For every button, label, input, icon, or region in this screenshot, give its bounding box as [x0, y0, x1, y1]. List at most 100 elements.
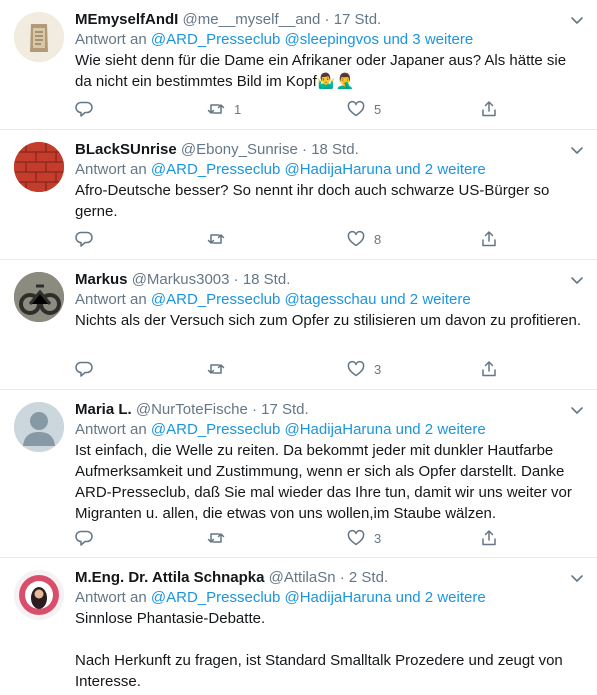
tweet[interactable]: M.Eng. Dr. Attila Schnapka @AttilaSn · 2…: [0, 558, 597, 695]
heart-icon: [347, 230, 365, 247]
tweet-actions: 3: [75, 359, 498, 379]
retweet-count: 1: [234, 101, 242, 117]
tweet-paragraph: Afro-Deutsche besser? So nennt ihr doch …: [75, 182, 550, 220]
reply-button[interactable]: [75, 528, 102, 548]
avatar-image: [14, 142, 64, 192]
tweet-text: Ist einfach, die Welle zu reiten. Da bek…: [75, 440, 585, 524]
like-button[interactable]: 3: [347, 528, 381, 548]
tweet-paragraph: Nichts als der Versuch sich zum Opfer zu…: [75, 312, 582, 329]
reply-button[interactable]: [75, 359, 102, 379]
like-button[interactable]: 8: [347, 229, 381, 249]
timestamp[interactable]: 17 Std.: [334, 11, 382, 28]
tweet-actions: 8: [75, 229, 498, 249]
avatar[interactable]: [14, 570, 64, 620]
share-button[interactable]: [480, 359, 498, 379]
reply-prefix: Antwort an: [75, 31, 147, 48]
share-button[interactable]: [480, 528, 498, 548]
reply-prefix: Antwort an: [75, 161, 147, 178]
share-icon: [482, 101, 496, 117]
tweet[interactable]: Maria L. @NurToteFische · 17 Std. Antwor…: [0, 390, 597, 558]
retweet-button[interactable]: [207, 359, 234, 379]
reply-to-links[interactable]: @ARD_Presseclub @HadijaHaruna und 2 weit…: [151, 589, 486, 606]
heart-icon: [347, 529, 365, 546]
share-button[interactable]: [480, 99, 498, 119]
separator-dot: ·: [251, 401, 257, 418]
reply-to-links[interactable]: @ARD_Presseclub @tagesschau und 2 weiter…: [151, 291, 471, 308]
share-icon: [482, 530, 496, 546]
reply-button[interactable]: [75, 99, 102, 119]
reply-to-links[interactable]: @ARD_Presseclub @HadijaHaruna und 2 weit…: [151, 421, 486, 438]
tweet-text: Wie sieht denn für die Dame ein Afrikane…: [75, 50, 585, 92]
like-count: 5: [374, 101, 382, 117]
share-button[interactable]: [480, 229, 498, 249]
tweet-actions: 3: [75, 528, 498, 548]
timestamp[interactable]: 18 Std.: [311, 141, 359, 158]
tweet-paragraph: Nach Herkunft zu fragen, ist Standard Sm…: [75, 652, 563, 690]
separator-dot: ·: [233, 271, 239, 288]
like-count: 3: [374, 361, 382, 377]
tweet-text: Nichts als der Versuch sich zum Opfer zu…: [75, 310, 585, 331]
tweet-paragraph: Ist einfach, die Welle zu reiten. Da bek…: [75, 442, 572, 522]
chevron-down-icon[interactable]: [569, 142, 585, 158]
tweet[interactable]: Markus @Markus3003 · 18 Std. Antwort an …: [0, 260, 597, 390]
avatar[interactable]: [14, 142, 64, 192]
display-name[interactable]: BLackSUnrise: [75, 141, 177, 158]
tweet-paragraph: Sinnlose Phantasie-Debatte.: [75, 610, 266, 627]
display-name[interactable]: M.Eng. Dr. Attila Schnapka: [75, 569, 264, 586]
share-icon: [482, 361, 496, 377]
tweet-text: Afro-Deutsche besser? So nennt ihr doch …: [75, 180, 585, 222]
reply-context: Antwort an @ARD_Presseclub @sleepingvos …: [75, 30, 585, 50]
reply-to-links[interactable]: @ARD_Presseclub @sleepingvos und 3 weite…: [151, 31, 473, 48]
avatar[interactable]: [14, 272, 64, 322]
user-handle[interactable]: @Markus3003: [132, 271, 230, 288]
tweet-paragraph: Wie sieht denn für die Dame ein Afrikane…: [75, 52, 567, 90]
separator-dot: ·: [302, 141, 308, 158]
reply-prefix: Antwort an: [75, 291, 147, 308]
retweet-icon: [207, 364, 225, 374]
reply-prefix: Antwort an: [75, 589, 147, 606]
like-button[interactable]: 3: [347, 359, 381, 379]
chevron-down-icon[interactable]: [569, 272, 585, 288]
user-handle[interactable]: @me__myself__and: [183, 11, 321, 28]
chevron-down-icon[interactable]: [569, 402, 585, 418]
tweet-text: Sinnlose Phantasie-Debatte. Nach Herkunf…: [75, 608, 585, 692]
reply-icon: [75, 231, 93, 247]
default-avatar-icon: [14, 402, 64, 452]
tweet-actions: 1 5: [75, 99, 498, 119]
reply-to-links[interactable]: @ARD_Presseclub @HadijaHaruna und 2 weit…: [151, 161, 486, 178]
display-name[interactable]: Markus: [75, 271, 128, 288]
like-button[interactable]: 5: [347, 99, 381, 119]
like-count: 8: [374, 231, 382, 247]
tweet[interactable]: MEmyselfAndI @me__myself__and · 17 Std. …: [0, 0, 597, 130]
display-name[interactable]: Maria L.: [75, 401, 132, 418]
separator-dot: ·: [339, 569, 345, 586]
avatar-image: [14, 272, 64, 322]
reply-icon: [75, 530, 93, 546]
user-handle[interactable]: @NurToteFische: [136, 401, 248, 418]
avatar-image: [14, 570, 64, 620]
chevron-down-icon[interactable]: [569, 570, 585, 586]
heart-icon: [347, 100, 365, 117]
retweet-button[interactable]: [207, 528, 234, 548]
retweet-icon: [207, 533, 225, 543]
display-name[interactable]: MEmyselfAndI: [75, 11, 178, 28]
user-handle[interactable]: @AttilaSn: [269, 569, 336, 586]
avatar[interactable]: [14, 402, 64, 452]
chevron-down-icon[interactable]: [569, 12, 585, 28]
avatar[interactable]: [14, 12, 64, 62]
share-icon: [482, 231, 496, 247]
retweet-icon: [207, 234, 225, 244]
reply-prefix: Antwort an: [75, 421, 147, 438]
reply-button[interactable]: [75, 229, 102, 249]
timestamp[interactable]: 17 Std.: [261, 401, 309, 418]
user-handle[interactable]: @Ebony_Sunrise: [181, 141, 298, 158]
avatar-image: [14, 12, 64, 62]
timestamp[interactable]: 18 Std.: [243, 271, 291, 288]
like-count: 3: [374, 530, 382, 546]
tweet[interactable]: BLackSUnrise @Ebony_Sunrise · 18 Std. An…: [0, 130, 597, 260]
reply-context: Antwort an @ARD_Presseclub @HadijaHaruna…: [75, 588, 585, 608]
reply-icon: [75, 361, 93, 377]
retweet-button[interactable]: [207, 229, 234, 249]
retweet-button[interactable]: 1: [207, 99, 241, 119]
timestamp[interactable]: 2 Std.: [349, 569, 388, 586]
